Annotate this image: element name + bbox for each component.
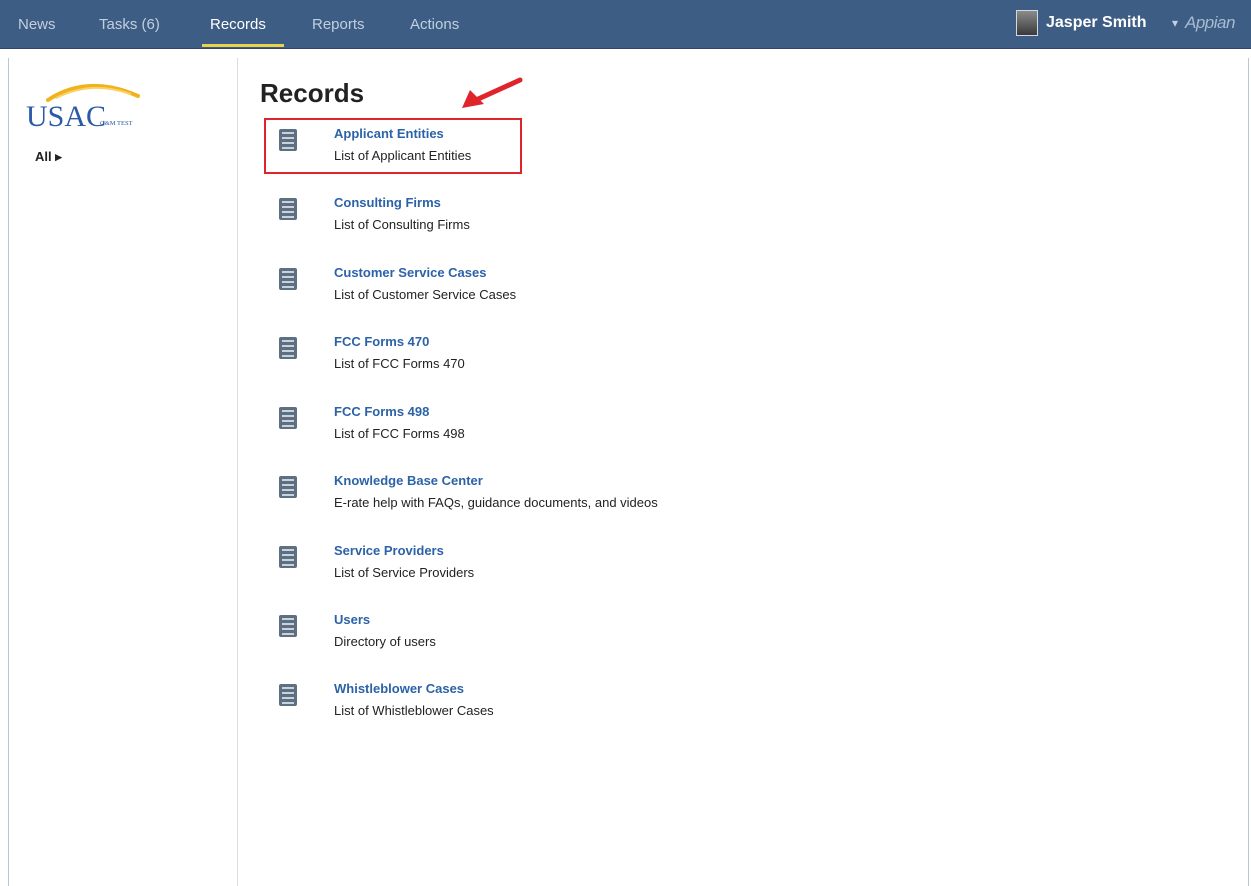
record-title[interactable]: Knowledge Base Center — [334, 473, 483, 488]
record-type-icon — [279, 198, 297, 220]
record-item-consulting-firms[interactable]: Consulting Firms List of Consulting Firm… — [278, 195, 778, 243]
record-item-applicant-entities[interactable]: Applicant Entities List of Applicant Ent… — [278, 126, 778, 174]
top-nav-bar: News Tasks (6) Records Reports Actions J… — [0, 0, 1251, 49]
record-type-icon — [279, 129, 297, 151]
active-tab-indicator — [202, 44, 284, 47]
record-type-icon — [279, 476, 297, 498]
record-type-icon — [279, 268, 297, 290]
filter-all[interactable]: All ▸ — [35, 149, 62, 165]
record-description: List of FCC Forms 498 — [334, 426, 465, 441]
tab-tasks[interactable]: Tasks (6) — [99, 16, 160, 33]
appian-logo: Appian — [1185, 13, 1235, 32]
record-item-users[interactable]: Users Directory of users — [278, 612, 778, 660]
tab-actions[interactable]: Actions — [410, 16, 459, 33]
record-title[interactable]: Users — [334, 612, 370, 627]
record-title[interactable]: Applicant Entities — [334, 126, 444, 141]
page-title: Records — [260, 78, 365, 108]
record-description: List of Whistleblower Cases — [334, 703, 494, 718]
record-description: List of Service Providers — [334, 565, 475, 580]
user-name-menu[interactable]: Jasper Smith — [1046, 14, 1146, 32]
red-arrow-icon — [462, 77, 523, 108]
record-description: E-rate help with FAQs, guidance document… — [334, 495, 658, 510]
record-description: List of FCC Forms 470 — [334, 356, 465, 371]
record-type-icon — [279, 615, 297, 637]
record-title[interactable]: Consulting Firms — [334, 195, 441, 210]
record-item-service-providers[interactable]: Service Providers List of Service Provid… — [278, 543, 778, 591]
tab-records[interactable]: Records — [210, 16, 266, 33]
record-title[interactable]: FCC Forms 498 — [334, 404, 429, 419]
usac-logo-subtext: O&M TEST — [100, 120, 133, 127]
record-title[interactable]: Customer Service Cases — [334, 265, 486, 280]
tab-news[interactable]: News — [18, 16, 56, 33]
record-description: List of Consulting Firms — [334, 217, 470, 232]
record-type-icon — [279, 684, 297, 706]
record-item-whistleblower-cases[interactable]: Whistleblower Cases List of Whistleblowe… — [278, 681, 778, 729]
record-title[interactable]: FCC Forms 470 — [334, 334, 429, 349]
record-item-fcc-forms-470[interactable]: FCC Forms 470 List of FCC Forms 470 — [278, 334, 778, 382]
record-type-icon — [279, 546, 297, 568]
record-description: Directory of users — [334, 634, 436, 649]
record-item-fcc-forms-498[interactable]: FCC Forms 498 List of FCC Forms 498 — [278, 404, 778, 452]
sidebar — [8, 58, 238, 886]
record-type-icon — [279, 337, 297, 359]
usac-logo: USAC O&M TEST — [26, 84, 140, 133]
record-description: List of Applicant Entities — [334, 148, 472, 163]
user-avatar[interactable] — [1016, 10, 1038, 36]
tab-reports[interactable]: Reports — [312, 16, 365, 33]
chevron-down-icon[interactable]: ▾ — [1172, 16, 1178, 30]
record-title[interactable]: Service Providers — [334, 543, 444, 558]
usac-logo-text: USAC — [26, 100, 106, 133]
record-type-icon — [279, 407, 297, 429]
record-title[interactable]: Whistleblower Cases — [334, 681, 464, 696]
record-description: List of Customer Service Cases — [334, 287, 517, 302]
record-item-customer-service-cases[interactable]: Customer Service Cases List of Customer … — [278, 265, 778, 313]
record-item-knowledge-base-center[interactable]: Knowledge Base Center E-rate help with F… — [278, 473, 778, 521]
